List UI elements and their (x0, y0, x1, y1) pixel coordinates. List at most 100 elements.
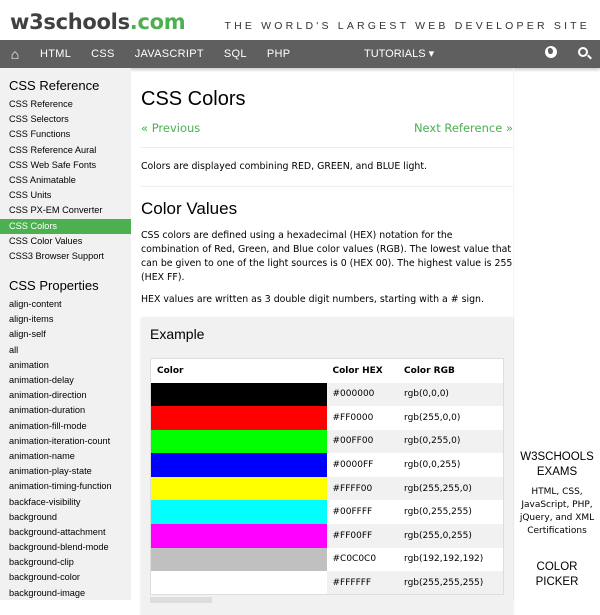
color-rgb-cell: rgb(0,255,0) (398, 429, 504, 454)
color-swatch (150, 382, 327, 407)
sidebar-item-css3-browser-support[interactable]: CSS3 Browser Support (0, 249, 131, 264)
color-hex-cell: #0000FF (332, 460, 374, 471)
paragraph-hex-values: HEX values are written as 3 double digit… (141, 294, 484, 305)
color-rgb-cell: rgb(255,0,255) (398, 524, 504, 548)
color-rgb-cell: rgb(0,0,255) (404, 460, 461, 471)
sidebar-item-backface-visibility[interactable]: backface-visibility (0, 495, 131, 510)
sidebar-item-css-reference[interactable]: CSS Reference (0, 97, 131, 112)
table-row: #0000FF rgb(0,0,255) (150, 453, 504, 477)
nav-css[interactable]: CSS (81, 48, 125, 60)
sidebar-item-css-functions[interactable]: CSS Functions (0, 127, 131, 142)
header-color: Color (157, 365, 184, 376)
sidebar-item-css-px-em-converter[interactable]: CSS PX-EM Converter (0, 203, 131, 218)
sidebar-item-animation-play-state[interactable]: animation-play-state (0, 464, 131, 479)
sidebar-item-background[interactable]: background (0, 510, 131, 525)
color-rgb-cell: rgb(192,192,192) (404, 554, 484, 565)
previous-link[interactable]: « Previous (141, 121, 200, 135)
divider (141, 186, 513, 187)
color-hex-cell: #FF00FF (326, 524, 399, 548)
color-hex-cell: #FF0000 (332, 412, 374, 423)
sidebar-item-animation-delay[interactable]: animation-delay (0, 373, 131, 388)
nav-php[interactable]: PHP (257, 48, 301, 60)
right-column: W3SCHOOLS EXAMS HTML, CSS, JavaScript, P… (514, 450, 600, 590)
color-hex-cell: #FFFFFF (326, 571, 399, 595)
sidebar-item-background-clip[interactable]: background-clip (0, 555, 131, 570)
sidebar-item-css-reference-aural[interactable]: CSS Reference Aural (0, 143, 131, 158)
sidebar-item-css-colors[interactable]: CSS Colors (0, 218, 131, 234)
page-title: CSS Colors (141, 88, 246, 110)
sidebar-item-background-attachment[interactable]: background-attachment (0, 525, 131, 540)
sidebar-item-animation-timing-function[interactable]: animation-timing-function (0, 479, 131, 494)
table-row: #C0C0C0 rgb(192,192,192) (150, 547, 504, 572)
globe-icon[interactable] (545, 46, 557, 58)
color-swatch (150, 524, 327, 548)
sidebar-item-animation-duration[interactable]: animation-duration (0, 403, 131, 418)
nav-sql[interactable]: SQL (214, 48, 257, 60)
sidebar: CSS Reference CSS Reference CSS Selectors… (0, 68, 131, 600)
color-swatch (150, 547, 327, 572)
color-swatch (150, 571, 327, 595)
color-swatch (150, 476, 327, 501)
color-picker-title[interactable]: COLOR PICKER (514, 560, 600, 590)
sidebar-item-animation-iteration-count[interactable]: animation-iteration-count (0, 434, 131, 449)
sidebar-item-css-selectors[interactable]: CSS Selectors (0, 112, 131, 127)
try-it-button[interactable] (150, 597, 212, 603)
example-box: Example Color Color HEX Color RGB #00000… (141, 317, 513, 615)
sidebar-item-background-color[interactable]: background-color (0, 570, 131, 585)
home-icon[interactable]: ⌂ (0, 46, 30, 62)
table-row: #FFFFFF rgb(255,255,255) (150, 571, 504, 595)
logo-main: w3schools (10, 10, 130, 34)
sidebar-item-animation-direction[interactable]: animation-direction (0, 388, 131, 403)
color-rgb-cell: rgb(255,255,255) (398, 571, 504, 595)
sidebar-item-all[interactable]: all (0, 343, 131, 358)
color-hex-cell: #000000 (326, 382, 399, 407)
sidebar-item-align-self[interactable]: align-self (0, 327, 131, 342)
sidebar-item-animation[interactable]: animation (0, 358, 131, 373)
table-row: #FF0000 rgb(255,0,0) (150, 406, 504, 430)
color-hex-cell: #00FF00 (326, 429, 399, 454)
top-header: w3schools.com THE WORLD'S LARGEST WEB DE… (0, 0, 600, 40)
sidebar-item-css-color-values[interactable]: CSS Color Values (0, 234, 131, 249)
header-hex: Color HEX (332, 365, 383, 376)
exams-text: HTML, CSS, JavaScript, PHP, jQuery, and … (519, 487, 595, 536)
color-hex-cell: #C0C0C0 (332, 554, 377, 565)
section-title: Color Values (141, 199, 238, 218)
sidebar-item-background-blend-mode[interactable]: background-blend-mode (0, 540, 131, 555)
color-swatch (150, 500, 327, 525)
sidebar-item-animation-name[interactable]: animation-name (0, 449, 131, 464)
nav-tutorials-dropdown[interactable]: TUTORIALS ▾ (364, 47, 434, 60)
sidebar-item-animation-fill-mode[interactable]: animation-fill-mode (0, 419, 131, 434)
color-hex-cell: #00FFFF (332, 507, 373, 518)
intro-text: Colors are displayed combining RED, GREE… (141, 161, 428, 172)
color-hex-cell: #FFFF00 (326, 476, 399, 501)
search-icon[interactable] (578, 47, 588, 57)
sidebar-item-align-content[interactable]: align-content (0, 297, 131, 312)
main-content: CSS Colors « Previous Next Reference » C… (141, 68, 513, 615)
sidebar-item-css-animatable[interactable]: CSS Animatable (0, 173, 131, 188)
sidebar-item-align-items[interactable]: align-items (0, 312, 131, 327)
table-header-row: Color Color HEX Color RGB (151, 359, 504, 383)
color-table: Color Color HEX Color RGB #000000 rgb(0,0… (150, 358, 504, 596)
sidebar-item-css-units[interactable]: CSS Units (0, 188, 131, 203)
color-swatch (150, 406, 327, 430)
sidebar-item-css-web-safe-fonts[interactable]: CSS Web Safe Fonts (0, 158, 131, 173)
paragraph-hex-notation: CSS colors are defined using a hexadecim… (141, 230, 513, 283)
color-swatch (150, 453, 327, 477)
sidebar-heading-properties: CSS Properties (9, 278, 99, 294)
logo[interactable]: w3schools.com (10, 10, 186, 34)
nav-html[interactable]: HTML (30, 48, 81, 60)
table-row: #FF00FF rgb(255,0,255) (150, 524, 504, 548)
sidebar-item-background-image[interactable]: background-image (0, 586, 131, 600)
example-title: Example (150, 326, 205, 342)
navbar: ⌂ HTML CSS JAVASCRIPT SQL PHP TUTORIALS … (0, 40, 600, 68)
table-row: #00FFFF rgb(0,255,255) (150, 500, 504, 525)
tagline: THE WORLD'S LARGEST WEB DEVELOPER SITE (224, 20, 590, 32)
divider (141, 147, 513, 148)
next-reference-link[interactable]: Next Reference » (414, 121, 513, 135)
color-rgb-cell: rgb(255,255,0) (398, 476, 504, 501)
nav-javascript[interactable]: JAVASCRIPT (125, 48, 214, 60)
exams-title[interactable]: W3SCHOOLS EXAMS (514, 450, 600, 480)
color-rgb-cell: rgb(0,255,255) (404, 507, 472, 518)
color-swatch (150, 429, 327, 454)
logo-tld: .com (129, 10, 186, 34)
